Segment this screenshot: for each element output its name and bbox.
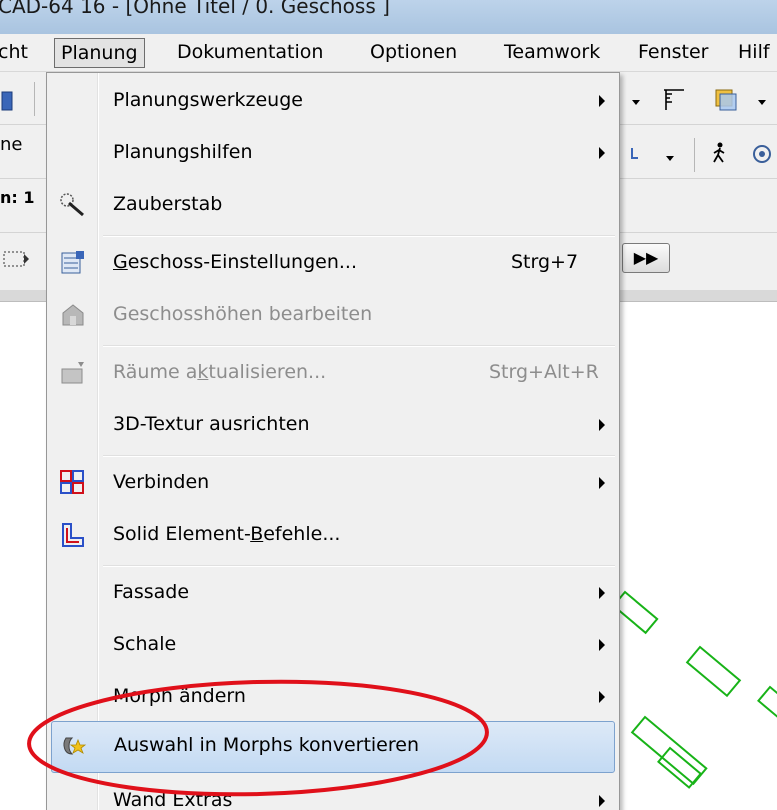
- menu-dokumentation[interactable]: Dokumentation: [177, 38, 323, 68]
- menu-item-label: Schale: [113, 633, 177, 655]
- green-drawn-element: [685, 645, 742, 698]
- convert-morph-icon: [63, 737, 87, 755]
- menu-item-label: Geschoss-Einstellungen...: [113, 251, 358, 273]
- toolbar-info-text: n: 1: [0, 188, 35, 207]
- menu-item-zauberstab[interactable]: Zauberstab: [47, 181, 619, 233]
- menu-item-label: Morph ändern: [113, 685, 246, 707]
- menu-teamwork[interactable]: Teamwork: [504, 38, 600, 68]
- menu-item-label: Auswahl in Morphs konvertieren: [114, 734, 419, 756]
- title-bar: CAD-64 16 - [Ohne Titel / 0. Geschoss ]: [0, 0, 777, 34]
- planung-dropdown-menu: Planungswerkzeuge Planungshilfen Zaubers…: [46, 72, 620, 810]
- menu-item-geschoss-einstellungen[interactable]: Geschoss-Einstellungen... Strg+7: [47, 239, 619, 291]
- menu-item-wand-extras[interactable]: Wand Extras: [47, 777, 619, 810]
- menu-item-label: Planungswerkzeuge: [113, 89, 303, 111]
- solid-element-icon: [62, 523, 84, 547]
- submenu-arrow-icon: [599, 95, 605, 107]
- window-title: CAD-64 16 - [Ohne Titel / 0. Geschoss ]: [0, 0, 390, 18]
- story-heights-icon: [62, 304, 84, 326]
- screen: CAD-64 16 - [Ohne Titel / 0. Geschoss ] …: [0, 0, 777, 810]
- menu-item-planungshilfen[interactable]: Planungshilfen: [47, 129, 619, 181]
- menu-item-label: 3D-Textur ausrichten: [113, 413, 310, 435]
- submenu-arrow-icon: [599, 477, 605, 489]
- menu-item-label: Räume aktualisieren...: [113, 361, 327, 383]
- submenu-arrow-icon: [599, 147, 605, 159]
- menu-separator: [103, 455, 615, 457]
- menu-item-auswahl-in-morphs-konvertieren[interactable]: Auswahl in Morphs konvertieren: [51, 721, 615, 773]
- menu-ansicht[interactable]: cht: [0, 38, 28, 68]
- toolbar-separator: [694, 138, 695, 172]
- green-drawn-element: [757, 685, 777, 728]
- toolbar-tool-icon[interactable]: [0, 88, 28, 116]
- layer-tool-icon[interactable]: [712, 86, 740, 114]
- menu-item-schale[interactable]: Schale: [47, 621, 619, 673]
- selection-icon[interactable]: [2, 246, 30, 274]
- menu-optionen[interactable]: Optionen: [370, 38, 457, 68]
- dropdown-arrow-icon[interactable]: [752, 88, 777, 116]
- submenu-arrow-icon: [599, 639, 605, 651]
- menu-item-label: Wand Extras: [113, 789, 233, 810]
- menu-item-shortcut: Strg+7: [511, 251, 579, 273]
- next-button[interactable]: ▶▶: [622, 243, 670, 273]
- menu-separator: [103, 235, 615, 237]
- toolbar-text: ne: [0, 134, 23, 155]
- menu-separator: [103, 565, 615, 567]
- menu-item-3d-textur-ausrichten[interactable]: 3D-Textur ausrichten: [47, 401, 619, 453]
- tool-fragment-icon[interactable]: [626, 142, 654, 170]
- menu-item-morph-aendern[interactable]: Morph ändern: [47, 673, 619, 725]
- menu-item-solid-element-befehle[interactable]: Solid Element-Befehle...: [47, 511, 619, 563]
- update-zones-icon: [61, 362, 84, 384]
- menu-planung[interactable]: Planung: [54, 38, 145, 68]
- menu-item-shortcut: Strg+Alt+R: [489, 361, 599, 383]
- dimension-tool-icon[interactable]: [660, 86, 688, 114]
- menu-item-label: Verbinden: [113, 471, 210, 493]
- menu-item-label: Geschosshöhen bearbeiten: [113, 303, 373, 325]
- menu-fenster[interactable]: Fenster: [638, 38, 708, 68]
- submenu-arrow-icon: [599, 795, 605, 807]
- connect-icon: [60, 470, 84, 494]
- dropdown-arrow-icon[interactable]: [660, 144, 688, 172]
- submenu-arrow-icon: [599, 691, 605, 703]
- submenu-arrow-icon: [599, 587, 605, 599]
- menu-separator: [103, 345, 615, 347]
- toolbar-separator: [34, 82, 35, 116]
- menu-item-fassade[interactable]: Fassade: [47, 569, 619, 621]
- magic-wand-icon: [60, 193, 84, 217]
- menu-item-verbinden[interactable]: Verbinden: [47, 459, 619, 511]
- menu-bar: cht Planung Dokumentation Optionen Teamw…: [0, 34, 777, 72]
- menu-item-geschosshoehen-bearbeiten: Geschosshöhen bearbeiten: [47, 291, 619, 343]
- walk-icon[interactable]: [706, 140, 734, 168]
- menu-item-label: Zauberstab: [113, 193, 223, 215]
- dropdown-arrow-icon[interactable]: [626, 88, 654, 116]
- menu-item-planungswerkzeuge[interactable]: Planungswerkzeuge: [47, 77, 619, 129]
- menu-item-label: Solid Element-Befehle...: [113, 523, 341, 545]
- menu-hilfe[interactable]: Hilf: [738, 38, 770, 68]
- orbit-icon[interactable]: [748, 140, 776, 168]
- menu-item-raeume-aktualisieren: Räume aktualisieren... Strg+Alt+R: [47, 349, 619, 401]
- story-settings-icon: [61, 251, 84, 274]
- menu-item-label: Fassade: [113, 581, 190, 603]
- green-drawn-element: [657, 746, 703, 789]
- menu-item-label: Planungshilfen: [113, 141, 253, 163]
- submenu-arrow-icon: [599, 419, 605, 431]
